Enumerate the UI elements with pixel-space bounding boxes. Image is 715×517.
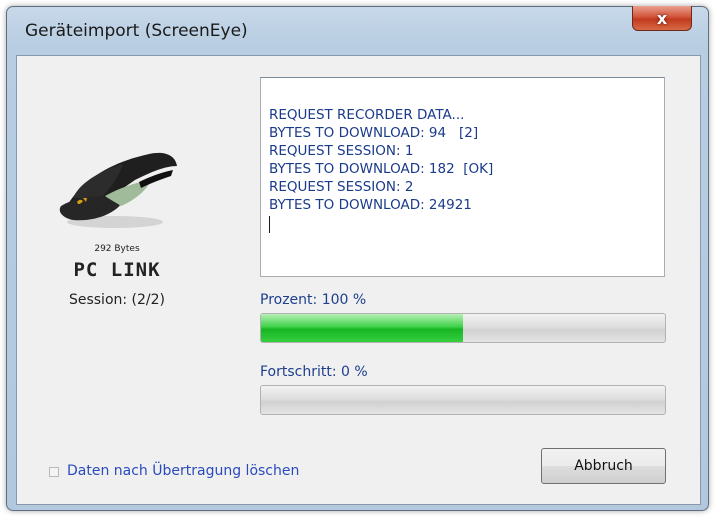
visor-cap-icon: [59, 152, 177, 228]
step-label: Fortschritt: 0 %: [260, 364, 368, 380]
log-textbox[interactable]: REQUEST RECORDER DATA... BYTES TO DOWNLO…: [260, 77, 665, 277]
percent-label: Prozent: 100 %: [260, 292, 367, 308]
close-icon: x: [656, 8, 668, 28]
import-dialog: Geräteimport (ScreenEye) x 292 Bytes PC …: [6, 6, 709, 511]
percent-progress-bar: [260, 313, 666, 343]
log-line: REQUEST SESSION: 2: [269, 179, 414, 195]
step-progress-bar: [260, 385, 666, 415]
text-caret: [269, 216, 270, 233]
log-line: BYTES TO DOWNLOAD: 24921: [269, 197, 472, 213]
log-line: BYTES TO DOWNLOAD: 182 [OK]: [269, 161, 494, 177]
window-title: Geräteimport (ScreenEye): [25, 21, 248, 41]
bytes-count: 292 Bytes: [94, 244, 140, 254]
close-button[interactable]: x: [632, 6, 692, 31]
percent-progress-fill: [261, 314, 463, 342]
session-counter: Session: (2/2): [68, 292, 166, 308]
title-bar[interactable]: Geräteimport (ScreenEye) x: [7, 6, 708, 55]
delete-after-transfer-label[interactable]: Daten nach Übertragung löschen: [67, 463, 299, 479]
cancel-button[interactable]: Abbruch: [541, 448, 666, 484]
log-line: REQUEST RECORDER DATA...: [269, 107, 465, 123]
log-line: BYTES TO DOWNLOAD: 94 [2]: [269, 125, 479, 141]
device-name: PC LINK: [73, 259, 161, 281]
log-line: REQUEST SESSION: 1: [269, 143, 414, 159]
dialog-client-area: 292 Bytes PC LINK Session: (2/2) REQUEST…: [16, 55, 701, 505]
delete-after-transfer-checkbox[interactable]: [49, 467, 59, 477]
